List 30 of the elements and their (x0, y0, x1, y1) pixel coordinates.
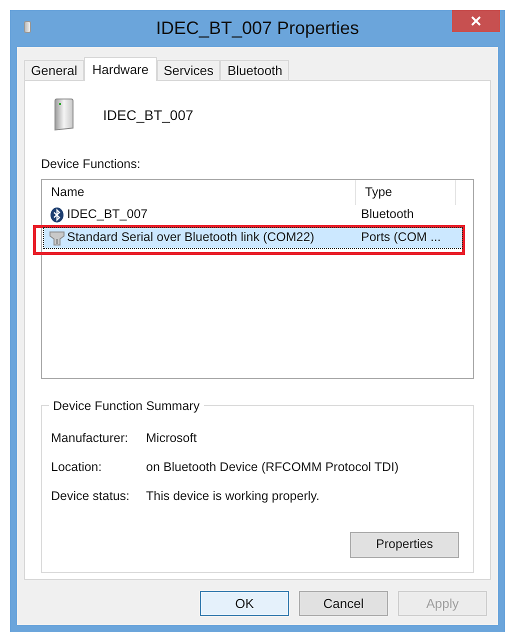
device-name: IDEC_BT_007 (103, 106, 194, 125)
field-value: Microsoft (146, 430, 197, 447)
close-button[interactable] (452, 10, 500, 32)
field-label: Location: (51, 458, 103, 476)
close-icon (471, 16, 481, 26)
dialog-button[interactable]: Cancel (299, 591, 388, 616)
function-name: Standard Serial over Bluetooth link (COM22) (67, 229, 314, 246)
bluetooth-icon (49, 206, 65, 223)
device-icon (53, 98, 75, 132)
field-label: Manufacturer: (51, 430, 130, 447)
dialog-button[interactable]: OK (200, 591, 289, 616)
function-type: Ports (COM ... (360, 229, 441, 246)
port-plug-icon (49, 230, 65, 246)
tab[interactable]: Services (156, 60, 220, 80)
tab[interactable]: Bluetooth (220, 60, 290, 80)
device-icon (24, 21, 31, 33)
function-name: IDEC_BT_007 (67, 206, 148, 224)
field-label: Device status: (51, 488, 131, 505)
list-row[interactable]: Standard Serial over Bluetooth link (COM22) Ports (COM ... (44, 228, 462, 248)
section-label: Device Functions: (41, 156, 142, 173)
field-value: on Bluetooth Device (RFCOMM Protocol TDI) (146, 458, 399, 476)
list-row[interactable]: IDEC_BT_007 Bluetooth (44, 204, 471, 225)
column-header[interactable]: Name (42, 180, 356, 205)
properties-button[interactable]: Properties (350, 532, 459, 558)
column-header[interactable]: Type (356, 180, 456, 205)
field-value: This device is working properly. (146, 488, 320, 505)
window-title: IDEC_BT_007 Properties (156, 17, 360, 40)
function-type: Bluetooth (360, 206, 414, 224)
tab[interactable]: General (24, 60, 84, 80)
tab[interactable]: Hardware (84, 57, 157, 81)
